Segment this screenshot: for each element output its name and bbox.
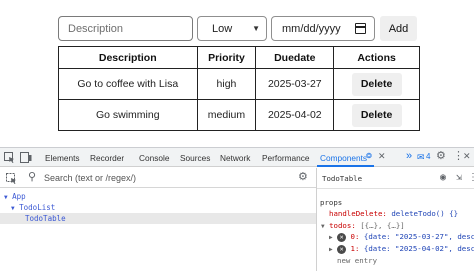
remove-item-icon[interactable]: ✕	[337, 244, 347, 254]
tree-node-todolist[interactable]: ▼ TodoList	[0, 202, 316, 213]
settings-gear-icon[interactable]: ⚙	[298, 172, 308, 183]
component-search-input[interactable]: Search (text or /regex/)	[44, 173, 136, 183]
item-index: 0:	[350, 232, 360, 241]
devtools-tab-bar: Elements Recorder Console Sources Networ…	[0, 148, 474, 167]
item-value: {date: "2025-03-27", descrip	[363, 232, 474, 241]
expand-arrow-icon[interactable]: ▼	[321, 223, 325, 230]
todo-actions: Delete	[333, 99, 420, 131]
tree-node-app[interactable]: ▼ App	[0, 191, 316, 202]
tree-node-label: TodoList	[19, 203, 56, 212]
more-tabs-icon[interactable]: »	[406, 151, 412, 162]
inspect-element-icon[interactable]	[4, 152, 15, 165]
tree-node-todotable[interactable]: TodoTable	[0, 213, 316, 224]
list-item[interactable]: ▶ ✕ 1: {date: "2025-04-02", descrip	[329, 244, 474, 254]
selected-component-title: TodoTable	[322, 174, 363, 183]
duedate-input[interactable]: mm/dd/yyyy	[271, 16, 375, 41]
prop-value: deleteTodo() {}	[391, 209, 459, 218]
calendar-icon[interactable]	[355, 23, 366, 34]
components-toolbar: ⚲ Search (text or /regex/) ⚙	[0, 168, 316, 188]
todo-description: Go to coffee with Lisa	[58, 68, 198, 100]
table-header-row: Description Priority Duedate Actions	[58, 46, 420, 69]
props-heading: props	[320, 198, 343, 207]
column-header-priority: Priority	[196, 46, 257, 69]
table-row: Go swimming medium 2025-04-02 Delete	[58, 99, 420, 131]
eye-icon[interactable]: ◉	[440, 173, 446, 183]
active-tab-indicator	[317, 165, 374, 167]
item-index: 1:	[350, 244, 360, 253]
todo-table: Description Priority Duedate Actions Go …	[58, 46, 420, 131]
tree-node-label: TodoTable	[25, 214, 66, 223]
tab-sources[interactable]: Sources	[180, 153, 210, 163]
issues-icon[interactable]: ✉	[417, 153, 425, 162]
tab-console[interactable]: Console	[139, 153, 169, 163]
component-inspector: TodoTable ◉ ⇲ ⋮ props handleDelete: dele…	[317, 168, 474, 271]
tab-recorder[interactable]: Recorder	[90, 153, 124, 163]
priority-select[interactable]: Low ▼	[197, 16, 267, 41]
column-header-description: Description	[58, 46, 198, 69]
todo-priority: medium	[196, 99, 257, 131]
close-tab-icon[interactable]: ✕	[378, 152, 386, 161]
tab-performance[interactable]: Performance	[262, 153, 310, 163]
open-in-editor-icon[interactable]: ⇲	[456, 173, 462, 183]
todo-app: Description Low ▼ mm/dd/yyyy Add Descrip…	[0, 0, 474, 147]
select-component-icon[interactable]	[6, 173, 17, 186]
expand-arrow-icon[interactable]: ▶	[329, 234, 333, 241]
new-entry-button[interactable]: new entry	[337, 256, 377, 265]
devtools-panel: Elements Recorder Console Sources Networ…	[0, 147, 474, 271]
table-row: Go to coffee with Lisa high 2025-03-27 D…	[58, 68, 420, 100]
tab-network[interactable]: Network	[220, 153, 250, 163]
tree-collapse-icon[interactable]: ▼	[4, 194, 8, 201]
tab-components[interactable]: Components	[320, 153, 367, 163]
settings-gear-icon[interactable]: ⚙	[436, 151, 446, 162]
tree-collapse-icon[interactable]: ▼	[11, 205, 15, 212]
duedate-placeholder: mm/dd/yyyy	[282, 22, 341, 35]
delete-button[interactable]: Delete	[351, 72, 402, 96]
add-button[interactable]: Add	[380, 16, 417, 41]
column-header-actions: Actions	[333, 46, 420, 69]
prop-key: todos:	[329, 221, 356, 230]
device-toolbar-icon[interactable]	[20, 152, 32, 165]
priority-select-value: Low	[212, 22, 233, 35]
prop-value: [{…}, {…}]	[360, 221, 405, 230]
prop-handledelete[interactable]: handleDelete: deleteTodo() {}	[329, 209, 458, 218]
delete-button[interactable]: Delete	[351, 103, 402, 127]
component-tree: ▼ App ▼ TodoList TodoTable	[0, 191, 316, 224]
kebab-menu-icon[interactable]: ⋮	[468, 173, 474, 183]
description-input[interactable]: Description	[58, 16, 193, 41]
prop-key: handleDelete:	[329, 209, 387, 218]
prop-todos[interactable]: ▼ todos: [{…}, {…}]	[321, 221, 405, 230]
issues-count: 4	[426, 152, 431, 161]
tab-elements[interactable]: Elements	[45, 153, 80, 163]
column-header-duedate: Duedate	[255, 46, 335, 69]
todo-actions: Delete	[333, 68, 420, 100]
list-item[interactable]: ▶ ✕ 0: {date: "2025-03-27", descrip	[329, 232, 474, 242]
vue-badge-icon: ❂	[366, 153, 372, 160]
chevron-down-icon: ▼	[252, 24, 260, 33]
todo-duedate: 2025-03-27	[255, 68, 335, 100]
tree-node-label: App	[12, 192, 26, 201]
todo-duedate: 2025-04-02	[255, 99, 335, 131]
remove-item-icon[interactable]: ✕	[337, 232, 347, 242]
expand-arrow-icon[interactable]: ▶	[329, 246, 333, 253]
search-icon: ⚲	[28, 171, 37, 183]
todo-description: Go swimming	[58, 99, 198, 131]
divider	[317, 188, 474, 189]
todo-priority: high	[196, 68, 257, 100]
close-devtools-icon[interactable]: ✕	[463, 152, 471, 161]
item-value: {date: "2025-04-02", descrip	[363, 244, 474, 253]
